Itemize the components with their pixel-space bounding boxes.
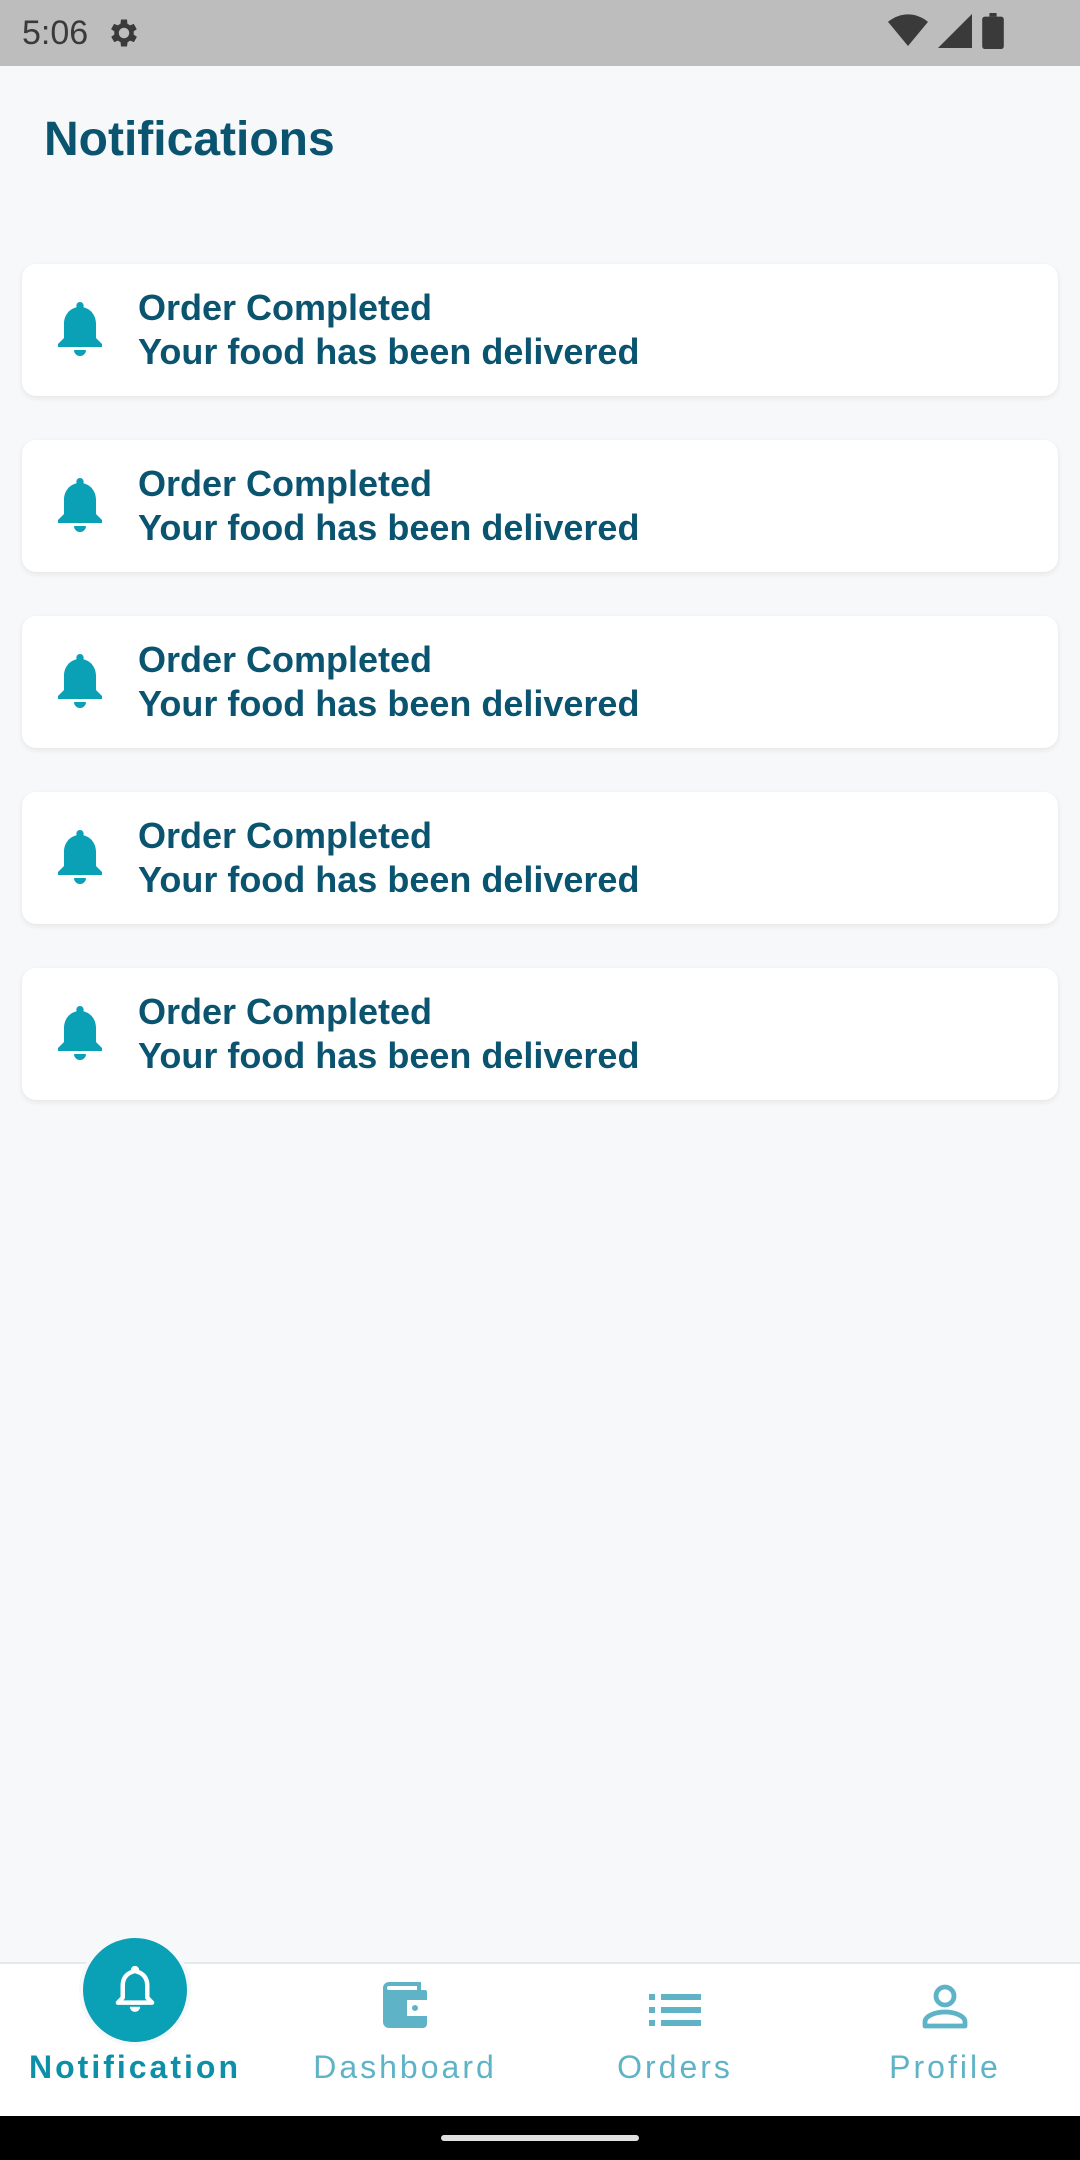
signal-icon — [938, 13, 972, 53]
home-gesture-pill[interactable] — [441, 2135, 639, 2141]
notification-title: Order Completed — [138, 463, 433, 504]
notification-title: Order Completed — [138, 991, 433, 1032]
page-title: Notifications — [44, 113, 335, 166]
notification-title: Order Completed — [138, 287, 433, 328]
bell-icon — [22, 478, 138, 534]
nav-item-profile[interactable]: Profile — [810, 1964, 1080, 2116]
nav-label-profile: Profile — [889, 2049, 1001, 2085]
notification-body: Your food has been delivered — [138, 507, 640, 548]
notification-body: Your food has been delivered — [138, 859, 640, 900]
list-icon — [649, 1990, 701, 2035]
nav-item-dashboard[interactable]: Dashboard — [270, 1964, 540, 2116]
nav-label-orders: Orders — [617, 2049, 733, 2085]
notification-body: Your food has been delivered — [138, 331, 640, 372]
notification-body: Your food has been delivered — [138, 683, 640, 724]
wallet-icon — [379, 1980, 431, 2035]
bell-outline-icon[interactable] — [79, 1934, 191, 2046]
notification-card[interactable]: Order Completed Your food has been deliv… — [22, 264, 1058, 396]
notification-card[interactable]: Order Completed Your food has been deliv… — [22, 968, 1058, 1100]
gear-icon — [106, 14, 144, 52]
system-nav-bar — [0, 2116, 1080, 2160]
bell-icon — [22, 302, 138, 358]
notification-card[interactable]: Order Completed Your food has been deliv… — [22, 616, 1058, 748]
status-bar: 5:06 — [0, 0, 1080, 66]
notification-title: Order Completed — [138, 815, 433, 856]
nav-label-dashboard: Dashboard — [313, 2049, 497, 2085]
nav-item-notification[interactable]: Notification — [0, 1934, 270, 2116]
notification-list: Order Completed Your food has been deliv… — [22, 264, 1058, 1144]
status-time: 5:06 — [22, 13, 89, 52]
notification-title: Order Completed — [138, 639, 433, 680]
wifi-icon — [888, 13, 928, 53]
nav-label-notification: Notification — [29, 2049, 241, 2085]
bell-icon — [22, 830, 138, 886]
person-icon — [921, 1982, 969, 2035]
notification-card[interactable]: Order Completed Your food has been deliv… — [22, 792, 1058, 924]
bell-icon — [22, 654, 138, 710]
notification-card[interactable]: Order Completed Your food has been deliv… — [22, 440, 1058, 572]
bottom-nav: Notification Dashboard Orders Profile — [0, 1934, 1080, 2116]
nav-item-orders[interactable]: Orders — [540, 1964, 810, 2116]
bell-icon — [22, 1006, 138, 1062]
battery-icon — [982, 12, 1004, 54]
notification-body: Your food has been delivered — [138, 1035, 640, 1076]
